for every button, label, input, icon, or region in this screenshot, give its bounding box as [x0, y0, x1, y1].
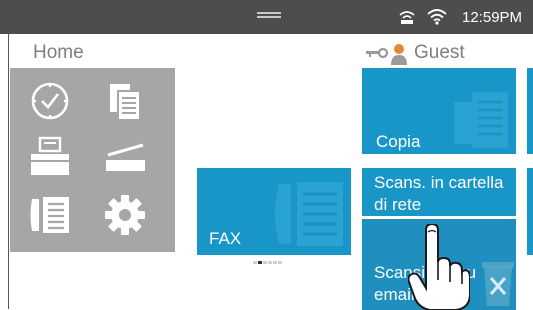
wifi-icon [427, 9, 447, 25]
next-page-tile-edge-2[interactable] [527, 168, 533, 255]
clock: 12:59PM [462, 9, 523, 26]
fax-tile[interactable]: FAX [197, 168, 351, 255]
settings-gear-icon[interactable] [103, 193, 147, 237]
fax-tile-label: FAX [209, 229, 242, 248]
next-page-tile-edge[interactable] [527, 68, 533, 154]
key-icon [366, 48, 388, 58]
touch-hand-icon [408, 224, 470, 310]
trash-icon[interactable] [480, 258, 516, 308]
drag-handle[interactable] [257, 12, 281, 20]
page-title: Home [33, 42, 84, 63]
tile-divider [362, 216, 516, 219]
status-bar: 12:59PM [0, 0, 533, 34]
fax-phone-icon[interactable] [28, 193, 72, 237]
scan-to-network-folder-label: Scans. in cartella di rete [374, 173, 504, 214]
network-icon [399, 11, 415, 24]
printer-icon[interactable] [28, 135, 72, 179]
clock-icon[interactable] [28, 79, 72, 123]
page-indicator [253, 261, 297, 265]
app-shortcut-panel [10, 68, 175, 252]
scan-to-network-folder-tile[interactable]: Scans. in cartella di rete [362, 168, 516, 218]
copy-tile[interactable]: Copia [362, 68, 516, 154]
person-icon [391, 44, 407, 65]
copy-doc-icon[interactable] [103, 79, 147, 123]
left-edge-line [8, 34, 9, 309]
fax-watermark-icon [275, 182, 343, 246]
copy-watermark-icon [454, 92, 508, 148]
scanner-icon[interactable] [103, 135, 147, 179]
user-label: Guest [414, 42, 465, 63]
copy-tile-label: Copia [376, 132, 421, 151]
